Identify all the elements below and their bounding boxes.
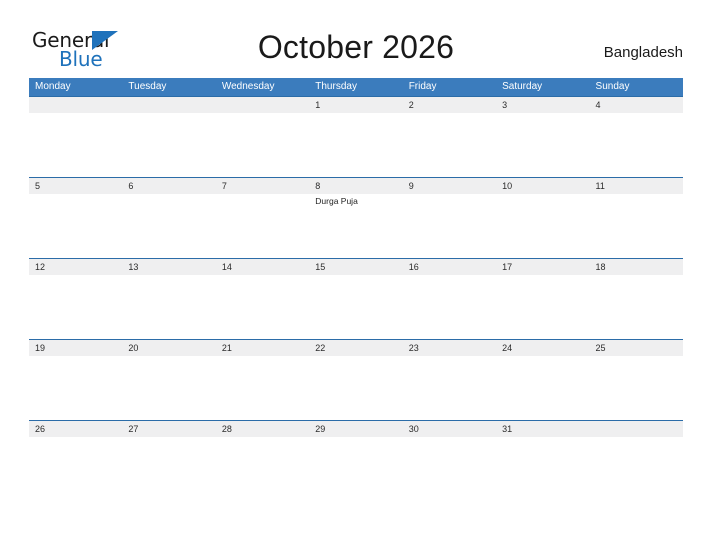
day-event — [29, 275, 122, 338]
day-event — [29, 194, 122, 257]
week-event-strip — [29, 437, 683, 500]
day-number[interactable]: 26 — [29, 421, 122, 437]
day-event — [403, 194, 496, 257]
day-number[interactable]: 29 — [309, 421, 402, 437]
week-event-strip — [29, 356, 683, 419]
day-number[interactable]: 13 — [122, 259, 215, 275]
page-header: General Blue October 2026 Bangladesh — [0, 0, 712, 78]
day-number[interactable]: 28 — [216, 421, 309, 437]
weekday-header-row: Monday Tuesday Wednesday Thursday Friday… — [29, 78, 683, 96]
week-date-strip: 1 2 3 4 — [29, 97, 683, 113]
day-event — [122, 275, 215, 338]
week-row: 19 20 21 22 23 24 25 — [29, 339, 683, 420]
weekday-tuesday: Tuesday — [128, 81, 167, 92]
day-event — [590, 356, 683, 419]
country-label: Bangladesh — [603, 44, 683, 61]
day-number[interactable]: 7 — [216, 178, 309, 194]
day-number[interactable] — [590, 421, 683, 437]
day-event — [216, 437, 309, 500]
week-row: 26 27 28 29 30 31 — [29, 420, 683, 501]
day-number[interactable]: 18 — [590, 259, 683, 275]
day-number[interactable] — [122, 97, 215, 113]
week-date-strip: 5 6 7 8 9 10 11 — [29, 178, 683, 194]
day-number[interactable]: 6 — [122, 178, 215, 194]
day-number[interactable]: 30 — [403, 421, 496, 437]
day-number[interactable]: 31 — [496, 421, 589, 437]
day-event — [590, 437, 683, 500]
day-number[interactable]: 12 — [29, 259, 122, 275]
day-number[interactable] — [29, 97, 122, 113]
weekday-monday: Monday — [35, 81, 71, 92]
day-number[interactable]: 4 — [590, 97, 683, 113]
weekday-sunday: Sunday — [595, 81, 630, 92]
day-number[interactable]: 5 — [29, 178, 122, 194]
day-number[interactable]: 8 — [309, 178, 402, 194]
day-number[interactable]: 21 — [216, 340, 309, 356]
day-event — [496, 113, 589, 176]
week-row: 5 6 7 8 9 10 11 Durga Puja — [29, 177, 683, 258]
day-event — [496, 194, 589, 257]
day-event — [122, 113, 215, 176]
week-date-strip: 19 20 21 22 23 24 25 — [29, 340, 683, 356]
day-event — [216, 275, 309, 338]
week-date-strip: 26 27 28 29 30 31 — [29, 421, 683, 437]
day-event — [29, 437, 122, 500]
day-number[interactable] — [216, 97, 309, 113]
day-event — [403, 113, 496, 176]
day-event — [496, 356, 589, 419]
week-event-strip — [29, 275, 683, 338]
day-event — [122, 356, 215, 419]
day-number[interactable]: 15 — [309, 259, 402, 275]
day-event — [216, 356, 309, 419]
day-number[interactable]: 23 — [403, 340, 496, 356]
day-event — [309, 437, 402, 500]
day-number[interactable]: 25 — [590, 340, 683, 356]
day-number[interactable]: 10 — [496, 178, 589, 194]
day-event — [122, 437, 215, 500]
day-event-durga-puja: Durga Puja — [315, 196, 358, 206]
day-event — [496, 437, 589, 500]
calendar-grid: Monday Tuesday Wednesday Thursday Friday… — [29, 78, 683, 501]
week-event-strip — [29, 113, 683, 176]
day-event — [403, 437, 496, 500]
day-event — [29, 113, 122, 176]
day-number[interactable]: 2 — [403, 97, 496, 113]
day-number[interactable]: 27 — [122, 421, 215, 437]
day-event — [29, 356, 122, 419]
day-event — [590, 275, 683, 338]
day-number[interactable]: 20 — [122, 340, 215, 356]
day-event — [403, 275, 496, 338]
day-number[interactable]: 3 — [496, 97, 589, 113]
day-number[interactable]: 14 — [216, 259, 309, 275]
day-event — [216, 194, 309, 257]
day-event — [403, 356, 496, 419]
day-number[interactable]: 16 — [403, 259, 496, 275]
day-event — [309, 113, 402, 176]
day-event — [122, 194, 215, 257]
day-number[interactable]: 11 — [590, 178, 683, 194]
day-number[interactable]: 19 — [29, 340, 122, 356]
week-event-strip: Durga Puja — [29, 194, 683, 257]
day-event — [216, 113, 309, 176]
day-event — [590, 194, 683, 257]
week-row: 12 13 14 15 16 17 18 — [29, 258, 683, 339]
day-number[interactable]: 24 — [496, 340, 589, 356]
weekday-friday: Friday — [408, 81, 437, 92]
day-number[interactable]: 1 — [309, 97, 402, 113]
day-number[interactable]: 9 — [403, 178, 496, 194]
day-event — [309, 275, 402, 338]
weekday-wednesday: Wednesday — [221, 81, 275, 92]
day-number[interactable]: 22 — [309, 340, 402, 356]
weekday-thursday: Thursday — [315, 81, 357, 92]
week-row: 1 2 3 4 — [29, 96, 683, 177]
day-event — [496, 275, 589, 338]
day-number[interactable]: 17 — [496, 259, 589, 275]
week-date-strip: 12 13 14 15 16 17 18 — [29, 259, 683, 275]
weekday-saturday: Saturday — [502, 81, 543, 92]
calendar-page: General Blue October 2026 Bangladesh Mon… — [0, 0, 712, 550]
day-event — [309, 356, 402, 419]
day-event — [590, 113, 683, 176]
